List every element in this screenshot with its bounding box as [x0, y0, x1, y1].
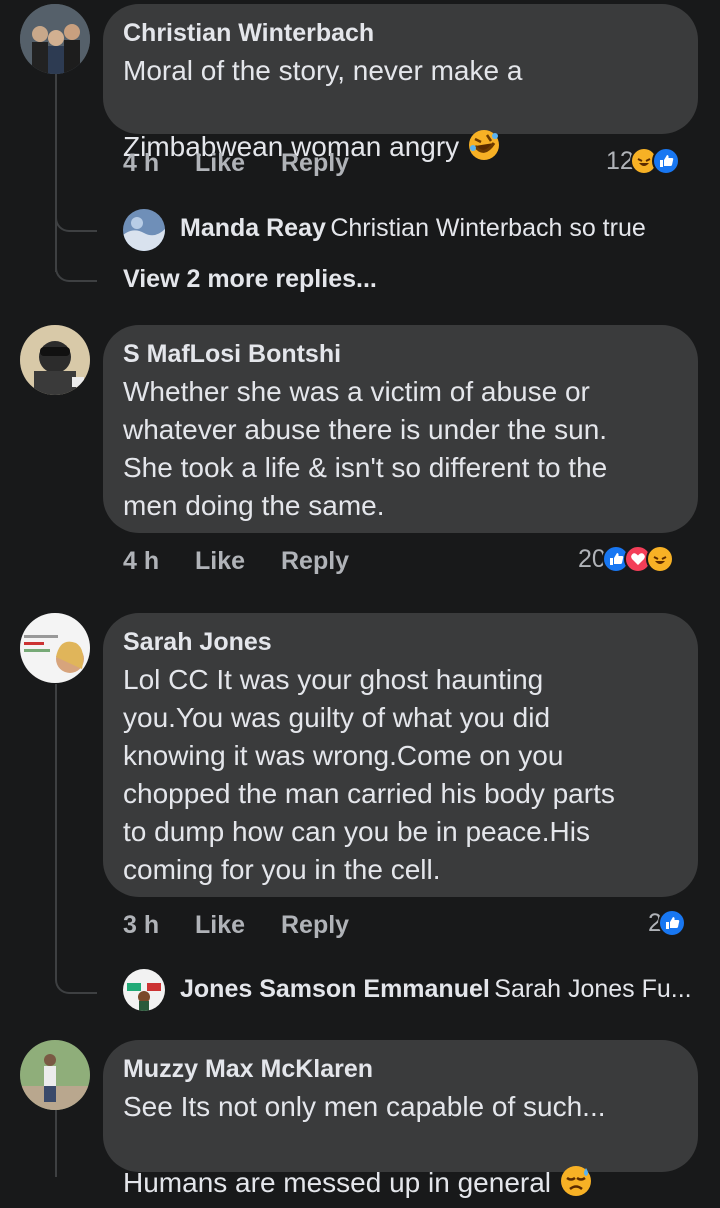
comment-body: Moral of the story, never make a Zimbabw…	[123, 55, 523, 162]
reply-preview[interactable]: Jones Samson Emmanuel Sarah Jones Fu...	[180, 975, 692, 1004]
reply-text: Christian Winterbach so true	[330, 214, 646, 242]
reply-text: Sarah Jones Fu...	[494, 975, 692, 1003]
reply-preview[interactable]: Manda Reay Christian Winterbach so true	[180, 214, 646, 243]
reply-connector	[55, 960, 97, 994]
like-button[interactable]: Like	[195, 148, 245, 178]
comment-text: Whether she was a victim of abuse or wha…	[123, 376, 608, 521]
avatar[interactable]	[20, 613, 90, 683]
comment-time[interactable]: 3 h	[123, 910, 159, 940]
rolling-laughing-emoji	[467, 90, 501, 172]
avatar[interactable]	[20, 1040, 90, 1110]
comment-time[interactable]: 4 h	[123, 546, 159, 576]
comment-bubble: Christian Winterbach Moral of the story,…	[103, 4, 698, 162]
comment-text: Lol CC It was your ghost haunting you.Yo…	[123, 664, 615, 885]
comment-author[interactable]: S MafLosi Bontshi	[123, 339, 678, 369]
reaction-summary[interactable]: 12	[606, 146, 680, 176]
avatar[interactable]	[20, 325, 90, 395]
comment-author[interactable]: Muzzy Max McKlaren	[123, 1054, 678, 1084]
like-icon	[651, 147, 680, 175]
comment-text: See Its not only men capable of such... …	[123, 1088, 678, 1208]
reply-button[interactable]: Reply	[281, 910, 349, 940]
haha-icon	[645, 545, 674, 573]
sad-sweat-emoji	[559, 1126, 593, 1208]
reply-connector	[55, 250, 97, 282]
avatar[interactable]	[123, 209, 165, 251]
view-more-replies[interactable]: View 2 more replies...	[123, 265, 377, 294]
thread-line	[55, 72, 57, 272]
reaction-summary[interactable]: 20	[578, 544, 674, 574]
like-icon	[657, 909, 686, 937]
comment-bubble: Sarah Jones Lol CC It was your ghost hau…	[103, 613, 698, 897]
avatar[interactable]	[123, 969, 165, 1011]
reply-author[interactable]: Manda Reay	[180, 214, 326, 242]
reply-author[interactable]: Jones Samson Emmanuel	[180, 975, 490, 1003]
comment-author[interactable]: Christian Winterbach	[123, 18, 678, 48]
comment-body: See Its not only men capable of such... …	[123, 1091, 606, 1198]
like-button[interactable]: Like	[195, 546, 245, 576]
comment-bubble: S MafLosi Bontshi Whether she was a vict…	[103, 325, 698, 533]
reply-button[interactable]: Reply	[281, 546, 349, 576]
comment-author[interactable]: Sarah Jones	[123, 627, 678, 657]
thread-line	[55, 684, 57, 964]
reply-button[interactable]: Reply	[281, 148, 349, 178]
reply-connector	[55, 200, 97, 232]
reaction-summary[interactable]: 2	[648, 908, 686, 938]
thread-line	[55, 1110, 57, 1177]
like-button[interactable]: Like	[195, 910, 245, 940]
comment-bubble: Muzzy Max McKlaren See Its not only men …	[103, 1040, 698, 1198]
avatar[interactable]	[20, 4, 90, 74]
comment-time[interactable]: 4 h	[123, 148, 159, 178]
